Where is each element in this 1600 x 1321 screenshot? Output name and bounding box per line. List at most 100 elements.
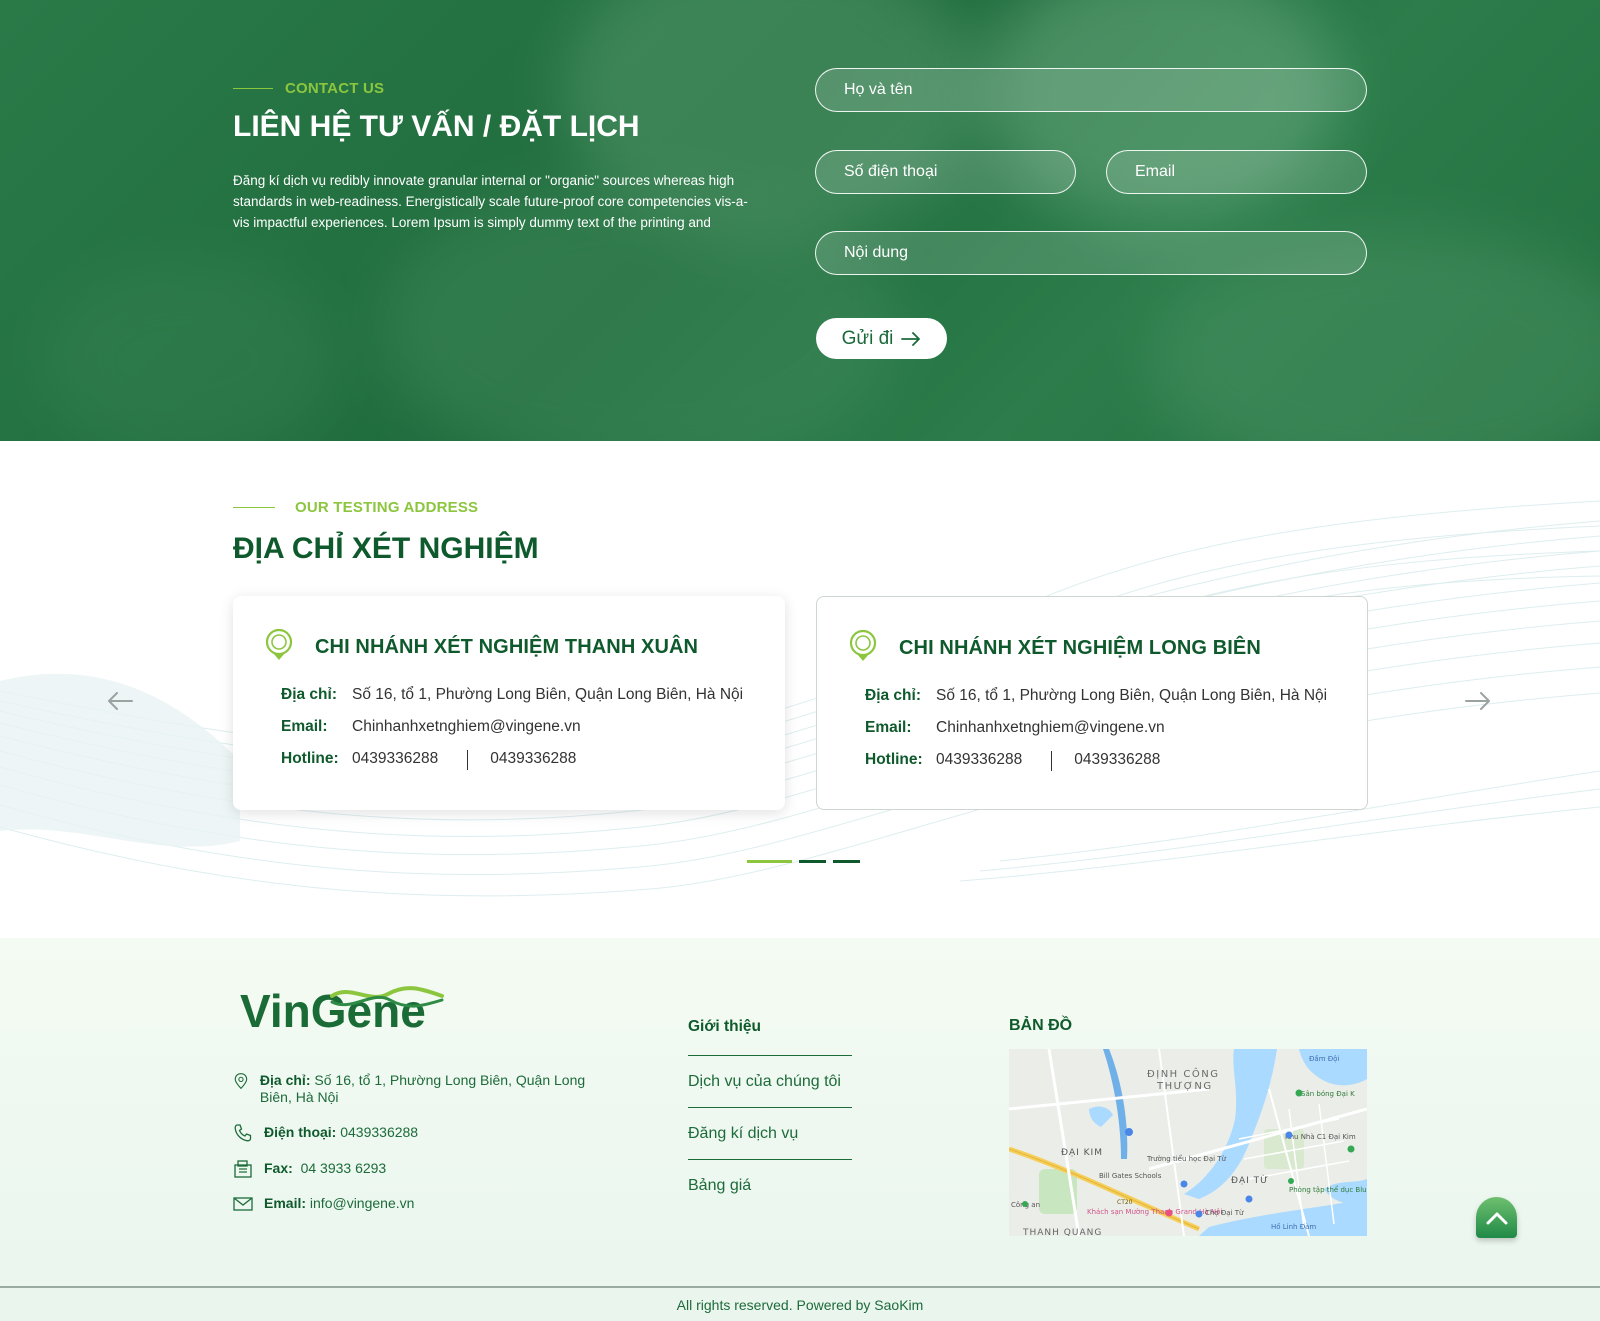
map-label: THƯỢNG: [1156, 1081, 1213, 1092]
address-label: Địa chỉ:: [865, 687, 921, 704]
footer-phone-text: Điện thoại: 0439336288: [264, 1124, 418, 1140]
phone-field[interactable]: [815, 150, 1076, 194]
arrow-right-icon: [1465, 692, 1490, 710]
branch-name: CHI NHÁNH XÉT NGHIỆM LONG BIÊN: [899, 637, 1261, 659]
map-label: ĐẠI KIM: [1061, 1148, 1103, 1158]
eyebrow-line: [233, 88, 273, 89]
footer-address: Địa chỉ: Số 16, tổ 1, Phường Long Biên, …: [232, 1072, 592, 1106]
footer-link-register[interactable]: Đăng kí dịch vụ: [688, 1125, 852, 1159]
branch-address: Số 16, tổ 1, Phường Long Biên, Quận Long…: [936, 687, 1328, 704]
map-label: Bill Gates Schools: [1099, 1172, 1162, 1180]
vingene-logo[interactable]: VinGene: [240, 982, 450, 1034]
footer-fax-label: Fax:: [264, 1160, 293, 1176]
link-divider: [688, 1159, 852, 1160]
carousel-dot-2[interactable]: [799, 860, 826, 863]
address-section: OUR TESTING ADDRESS ĐỊA CHỈ XÉT NGHIỆM C…: [0, 441, 1600, 938]
address-label: Địa chỉ:: [281, 686, 337, 703]
map-label: Trường tiểu học Đại Từ: [1146, 1154, 1227, 1163]
map-label: Hồ Linh Đàm: [1271, 1223, 1316, 1231]
branch-hotline-2[interactable]: 0439336288: [490, 750, 576, 770]
footer-email-label: Email:: [264, 1195, 307, 1211]
contact-eyebrow-text: CONTACT US: [285, 80, 385, 97]
contact-title: LIÊN HỆ TƯ VẤN / ĐẶT LỊCH: [233, 110, 640, 143]
hotline-label: Hotline:: [865, 751, 923, 768]
map-image: ĐỊNH CÔNG THƯỢNG ĐẠI KIM ĐẠI TỪ THANH QU…: [1009, 1049, 1367, 1236]
contact-description: Đăng kí dịch vụ redibly innovate granula…: [233, 173, 748, 230]
branch-email-row: Email: Chinhanhxetnghiem@vingene.vn: [281, 718, 581, 736]
branch-card[interactable]: CHI NHÁNH XÉT NGHIỆM THANH XUÂN Địa chỉ:…: [233, 596, 785, 810]
fax-icon: [234, 1160, 252, 1178]
footer-fax-value: 04 3933 6293: [300, 1160, 387, 1176]
map-label: THANH QUANG: [1022, 1228, 1102, 1236]
mail-icon: [233, 1197, 253, 1211]
branch-hotline-row: Hotline: 0439336288 0439336288: [865, 751, 1160, 771]
map-label: Sân bóng Đại K: [1301, 1090, 1355, 1098]
link-divider: [688, 1107, 852, 1108]
branch-card[interactable]: CHI NHÁNH XÉT NGHIỆM LONG BIÊN Địa chỉ: …: [816, 596, 1368, 810]
hotline-divider: [1051, 751, 1053, 771]
eyebrow-line: [233, 507, 275, 508]
footer-fax-text: Fax: 04 3933 6293: [264, 1160, 386, 1176]
contact-section: CONTACT US LIÊN HỆ TƯ VẤN / ĐẶT LỊCH Đăn…: [0, 0, 1600, 441]
map-label: ĐẠI TỪ: [1231, 1174, 1269, 1186]
email-label: Email:: [865, 719, 912, 736]
hotline-label: Hotline:: [281, 750, 339, 767]
location-pin-icon: [265, 629, 293, 660]
send-button[interactable]: Gửi đi: [816, 318, 947, 359]
branch-email-row: Email: Chinhanhxetnghiem@vingene.vn: [865, 719, 1165, 737]
address-title: ĐỊA CHỈ XÉT NGHIỆM: [233, 532, 539, 565]
send-button-label: Gửi đi: [841, 327, 894, 349]
footer-address-label: Địa chỉ:: [259, 1072, 311, 1088]
footer-email: Email: info@vingene.vn: [232, 1195, 414, 1215]
carousel-dot-1[interactable]: [747, 860, 792, 863]
footer-email-value[interactable]: info@vingene.vn: [310, 1195, 415, 1211]
footer-phone-value[interactable]: 0439336288: [340, 1124, 418, 1140]
arrow-left-icon: [108, 692, 133, 710]
hotline-divider: [467, 750, 469, 770]
email-field[interactable]: [1106, 150, 1367, 194]
branch-hotline-2[interactable]: 0439336288: [1074, 751, 1160, 771]
carousel-next-button[interactable]: [1465, 686, 1491, 716]
link-divider: [688, 1055, 852, 1056]
copyright-bar: All rights reserved. Powered by SaoKim: [0, 1286, 1600, 1321]
location-pin-icon: [234, 1073, 248, 1090]
location-pin-icon: [849, 630, 877, 661]
carousel-pagination: [747, 860, 860, 863]
footer-email-text: Email: info@vingene.vn: [264, 1195, 414, 1211]
svg-text:VinGene: VinGene: [240, 985, 426, 1034]
email-label: Email:: [281, 718, 328, 735]
footer-phone-label: Điện thoại:: [264, 1124, 337, 1140]
footer-link-pricing[interactable]: Bảng giá: [688, 1177, 852, 1211]
branch-email[interactable]: Chinhanhxetnghiem@vingene.vn: [352, 718, 581, 736]
branch-email[interactable]: Chinhanhxetnghiem@vingene.vn: [936, 719, 1165, 737]
arrow-right-icon: [901, 331, 921, 346]
carousel-dot-3[interactable]: [833, 860, 860, 863]
footer-links: Giới thiệu Dịch vụ của chúng tôi Đăng kí…: [688, 1018, 852, 1211]
branch-hotline-1[interactable]: 0439336288: [936, 751, 1022, 771]
contact-eyebrow: CONTACT US: [233, 80, 384, 97]
name-field[interactable]: [815, 68, 1367, 112]
footer-link-services[interactable]: Dịch vụ của chúng tôi: [688, 1073, 852, 1107]
content-field[interactable]: [815, 231, 1367, 275]
footer: VinGene Địa chỉ: Số 16, tổ 1, Phường Lon…: [0, 938, 1600, 1286]
hero-background-shape: [40, 260, 340, 441]
copyright-text: All rights reserved. Powered by SaoKim: [676, 1296, 924, 1313]
map-label: Khu Nhà C1 Đại Kim: [1285, 1133, 1356, 1141]
branch-address-row: Địa chỉ: Số 16, tổ 1, Phường Long Biên, …: [865, 687, 1327, 705]
footer-address-text: Địa chỉ: Số 16, tổ 1, Phường Long Biên, …: [260, 1072, 592, 1106]
map-title: BẢN ĐỒ: [1009, 1017, 1073, 1034]
branch-hotline-row: Hotline: 0439336288 0439336288: [281, 750, 576, 770]
carousel-prev-button[interactable]: [107, 686, 133, 716]
map-embed[interactable]: ĐỊNH CÔNG THƯỢNG ĐẠI KIM ĐẠI TỪ THANH QU…: [1009, 1049, 1367, 1236]
footer-phone: Điện thoại: 0439336288: [232, 1124, 418, 1144]
footer-link-about[interactable]: Giới thiệu: [688, 1018, 852, 1055]
map-label: Phòng tập thể dục Blue Gym Đại Từ: [1289, 1185, 1367, 1194]
branch-hotline-1[interactable]: 0439336288: [352, 750, 438, 770]
map-label: CT20: [1117, 1199, 1133, 1206]
branch-address-row: Địa chỉ: Số 16, tổ 1, Phường Long Biên, …: [281, 686, 743, 704]
footer-fax: Fax: 04 3933 6293: [232, 1160, 386, 1180]
map-label: Đầm Đội: [1309, 1055, 1339, 1063]
scroll-to-top-button[interactable]: [1476, 1197, 1517, 1238]
address-eyebrow-text: OUR TESTING ADDRESS: [295, 499, 479, 516]
branch-name: CHI NHÁNH XÉT NGHIỆM THANH XUÂN: [315, 636, 699, 658]
